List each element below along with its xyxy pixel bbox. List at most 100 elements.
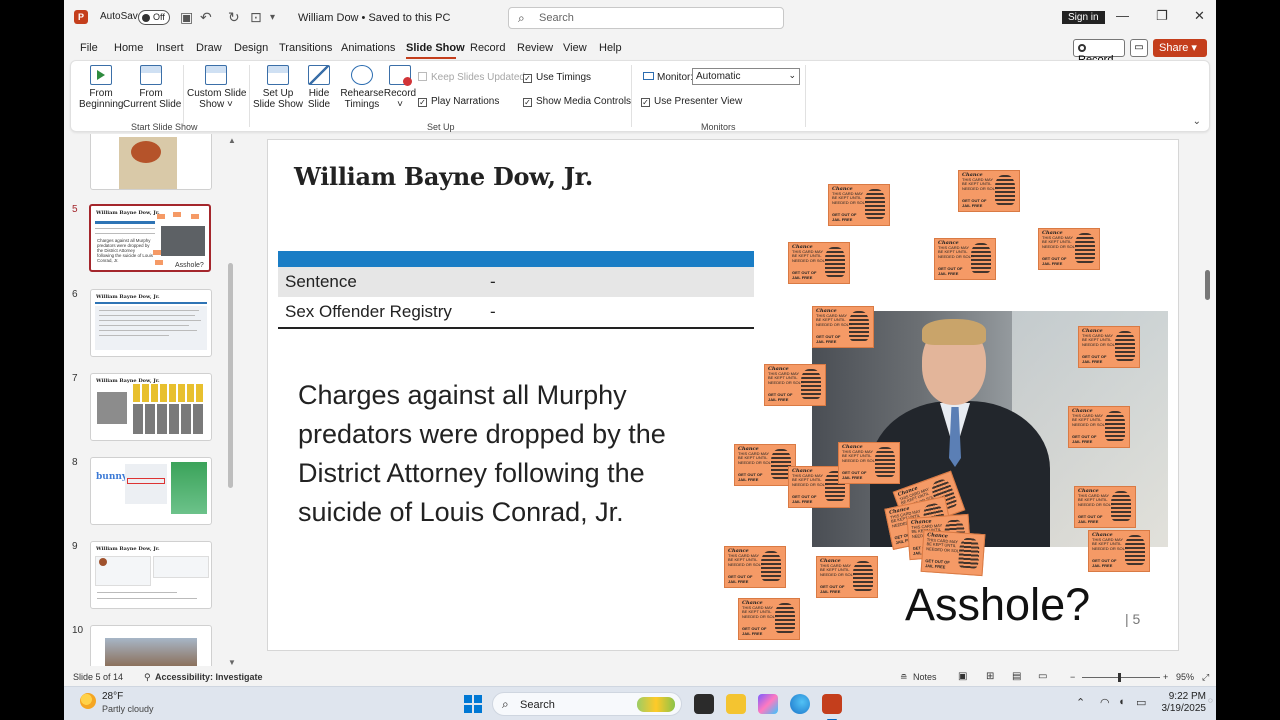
weather-description[interactable]: Partly cloudy (102, 704, 154, 714)
copilot-icon[interactable] (758, 694, 778, 714)
normal-view-icon[interactable]: ▣ (958, 671, 967, 682)
tab-animations[interactable]: Animations (341, 42, 395, 54)
scroll-up-icon[interactable]: ▲ (228, 136, 236, 145)
search-box[interactable]: ⌕ Search (508, 7, 784, 29)
scroll-down-icon[interactable]: ▼ (228, 658, 236, 667)
undo-icon[interactable]: ↶ (200, 9, 212, 26)
save-icon[interactable]: ▣ (180, 9, 193, 26)
status-table[interactable]: Sentence - Sex Offender Registry - (278, 251, 754, 329)
custom-slide-show-button[interactable]: Custom Slide Show ˅ (187, 65, 246, 110)
hide-slide-button[interactable]: Hide Slide (303, 65, 335, 110)
jail-card[interactable]: ChanceTHIS CARD MAY BE KEPT UNTIL NEEDED… (1068, 406, 1130, 448)
show-media-controls-checkbox[interactable]: ✓ Show Media Controls (523, 96, 631, 107)
minimize-icon[interactable]: — (1116, 8, 1129, 23)
reading-view-icon[interactable]: ▤ (1012, 671, 1021, 682)
zoom-slider[interactable] (1082, 677, 1160, 678)
notification-icon[interactable]: ◌ (1208, 696, 1213, 705)
task-view-icon[interactable] (694, 694, 714, 714)
tab-file[interactable]: File (80, 42, 98, 54)
rehearse-timings-button[interactable]: Rehearse Timings (339, 65, 385, 110)
battery-icon[interactable]: ▭ (1136, 696, 1146, 709)
zoom-in-icon[interactable]: + (1163, 672, 1168, 682)
tab-insert[interactable]: Insert (156, 42, 184, 54)
jail-card[interactable]: ChanceTHIS CARD MAY BE KEPT UNTIL NEEDED… (1038, 228, 1100, 270)
tab-help[interactable]: Help (599, 42, 622, 54)
use-timings-checkbox[interactable]: ✓ Use Timings (523, 72, 591, 83)
thumbnail-scrollbar[interactable]: ▲ ▼ (228, 136, 236, 667)
monitor-select[interactable]: Automatic ⌄ (692, 68, 800, 85)
slide-show-view-icon[interactable]: ▭ (1038, 671, 1047, 682)
maximize-icon[interactable]: ❐ (1156, 8, 1168, 24)
slide-thumbnail-8[interactable]: bunny (90, 457, 212, 525)
set-up-slide-show-button[interactable]: Set Up Slide Show (253, 65, 303, 110)
slide-body-text[interactable]: Charges against all Murphy predators wer… (298, 376, 728, 532)
jail-card[interactable]: ChanceTHIS CARD MAY BE KEPT UNTIL NEEDED… (1078, 326, 1140, 368)
slide-canvas[interactable]: William Bayne Dow, Jr. Sentence - Sex Of… (267, 139, 1179, 651)
slide-thumbnail-5[interactable]: William Bayne Dow, Jr. Charges against a… (89, 204, 211, 272)
slide-scrollbar[interactable] (1201, 134, 1213, 666)
zoom-level[interactable]: 95% (1176, 672, 1194, 682)
jail-card[interactable]: ChanceTHIS CARD MAY BE KEPT UNTIL NEEDED… (734, 444, 796, 486)
tab-record[interactable]: Record (470, 42, 505, 54)
fit-to-window-icon[interactable]: ⤢ (1202, 672, 1209, 683)
slide-sorter-icon[interactable]: ⊞ (986, 671, 994, 682)
volume-icon[interactable]: ◖ (1118, 696, 1125, 708)
scrollbar-thumb[interactable] (228, 263, 233, 488)
customize-icon[interactable]: ▾ (270, 12, 275, 23)
jail-card[interactable]: ChanceTHIS CARD MAY BE KEPT UNTIL NEEDED… (920, 529, 986, 577)
tray-overflow-icon[interactable]: ⌃ (1076, 696, 1085, 709)
close-icon[interactable]: ✕ (1194, 8, 1205, 24)
slide-thumbnail-7[interactable]: William Bayne Dow, Jr. (90, 373, 212, 441)
from-beginning-button[interactable]: From Beginning (79, 65, 123, 110)
jail-card[interactable]: ChanceTHIS CARD MAY BE KEPT UNTIL NEEDED… (788, 242, 850, 284)
record-slide-show-button[interactable]: Record ˅ (383, 65, 417, 110)
slide-title[interactable]: William Bayne Dow, Jr. (294, 162, 593, 191)
windows-start-icon[interactable] (464, 695, 482, 713)
tab-design[interactable]: Design (234, 42, 268, 54)
accessibility-icon[interactable]: ⚲ (144, 672, 151, 683)
jail-card[interactable]: ChanceTHIS CARD MAY BE KEPT UNTIL NEEDED… (838, 442, 900, 484)
autosave-toggle[interactable]: Off (138, 10, 170, 25)
system-clock[interactable]: 9:22 PM 3/19/2025 (1156, 691, 1207, 715)
redo-icon[interactable]: ↻ (228, 9, 240, 26)
play-narrations-checkbox[interactable]: ✓ Play Narrations (418, 96, 499, 107)
notes-icon[interactable]: ≘ (900, 672, 908, 683)
jail-card[interactable]: ChanceTHIS CARD MAY BE KEPT UNTIL NEEDED… (764, 364, 826, 406)
tab-view[interactable]: View (563, 42, 587, 54)
jail-card[interactable]: ChanceTHIS CARD MAY BE KEPT UNTIL NEEDED… (816, 556, 878, 598)
zoom-slider-handle[interactable] (1118, 673, 1121, 682)
jail-card[interactable]: ChanceTHIS CARD MAY BE KEPT UNTIL NEEDED… (1074, 486, 1136, 528)
edge-browser-icon[interactable] (790, 694, 810, 714)
share-button[interactable]: Share ▾ (1153, 39, 1207, 57)
jail-card[interactable]: ChanceTHIS CARD MAY BE KEPT UNTIL NEEDED… (738, 598, 800, 640)
comments-icon[interactable]: ▭ (1130, 39, 1148, 57)
tab-slide-show[interactable]: Slide Show (406, 42, 465, 54)
slide-thumbnail-10[interactable] (90, 625, 212, 666)
accessibility-status[interactable]: Accessibility: Investigate (155, 672, 263, 682)
wifi-icon[interactable]: ◠ (1100, 696, 1110, 709)
tab-draw[interactable]: Draw (196, 42, 222, 54)
tab-home[interactable]: Home (114, 42, 143, 54)
collapse-ribbon-icon[interactable]: ⌄ (1193, 116, 1201, 127)
file-explorer-icon[interactable] (726, 694, 746, 714)
jail-card[interactable]: ChanceTHIS CARD MAY BE KEPT UNTIL NEEDED… (724, 546, 786, 588)
sign-in-button[interactable]: Sign in (1062, 11, 1105, 24)
jail-card[interactable]: ChanceTHIS CARD MAY BE KEPT UNTIL NEEDED… (934, 238, 996, 280)
scrollbar-thumb[interactable] (1205, 270, 1210, 300)
taskbar-search[interactable]: ⌕ Search (492, 692, 682, 716)
slide-caption[interactable]: Asshole? (905, 579, 1090, 631)
weather-icon[interactable] (80, 693, 96, 709)
record-button[interactable]: Record (1073, 39, 1125, 66)
zoom-out-icon[interactable]: − (1070, 672, 1075, 682)
slide-thumbnail-6[interactable]: William Bayne Dow, Jr. (90, 289, 212, 357)
present-icon[interactable]: ⊡ (250, 9, 262, 26)
slide-thumbnail-9[interactable]: William Bayne Dow, Jr. (90, 541, 212, 609)
slide-thumbnail-4[interactable] (90, 134, 212, 190)
jail-card[interactable]: ChanceTHIS CARD MAY BE KEPT UNTIL NEEDED… (812, 306, 874, 348)
jail-card[interactable]: ChanceTHIS CARD MAY BE KEPT UNTIL NEEDED… (958, 170, 1020, 212)
use-presenter-view-checkbox[interactable]: ✓ Use Presenter View (641, 96, 742, 107)
weather-temperature[interactable]: 28°F (102, 691, 123, 702)
jail-card[interactable]: ChanceTHIS CARD MAY BE KEPT UNTIL NEEDED… (1088, 530, 1150, 572)
tab-transitions[interactable]: Transitions (279, 42, 332, 54)
from-current-slide-button[interactable]: From Current Slide (123, 65, 181, 110)
